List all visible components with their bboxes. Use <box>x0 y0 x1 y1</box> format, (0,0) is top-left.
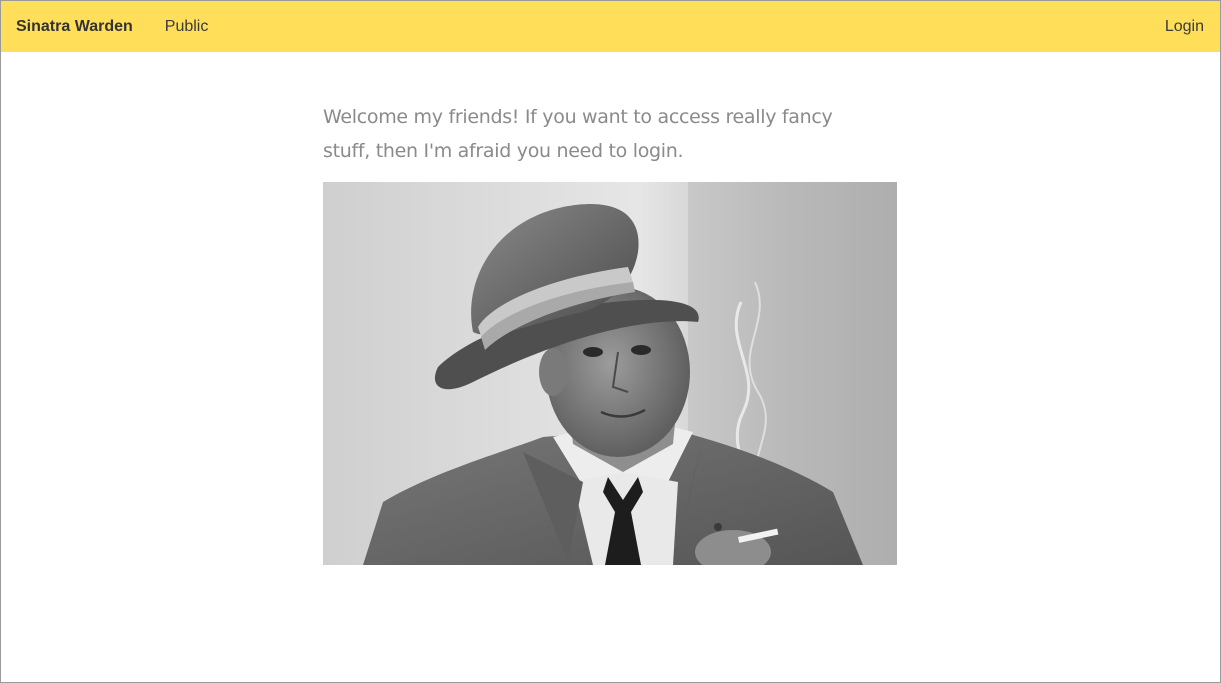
nav-link-public[interactable]: Public <box>165 18 209 36</box>
top-navbar: Sinatra Warden Public Login <box>1 1 1220 52</box>
browser-viewport: Sinatra Warden Public Login Welcome my f… <box>0 0 1221 683</box>
login-link[interactable]: Login <box>1165 18 1204 36</box>
sinatra-photo <box>323 182 897 565</box>
brand-link[interactable]: Sinatra Warden <box>16 18 133 36</box>
welcome-message: Welcome my friends! If you want to acces… <box>323 106 833 162</box>
main-content: Welcome my friends! If you want to acces… <box>323 100 897 565</box>
